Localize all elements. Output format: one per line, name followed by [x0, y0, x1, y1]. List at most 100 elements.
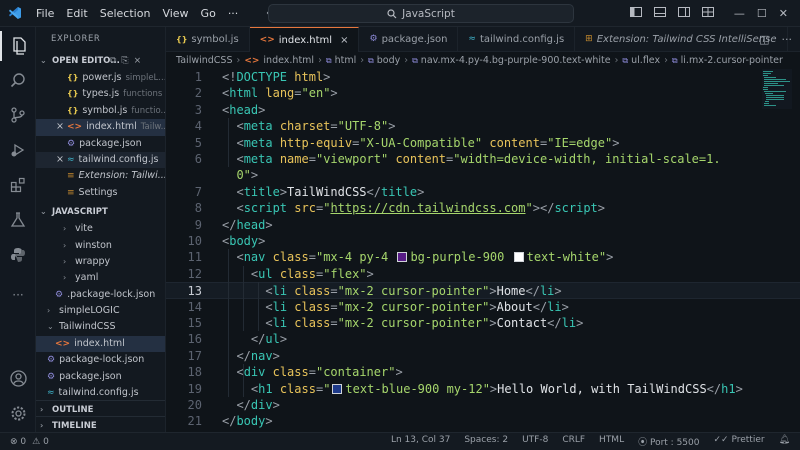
code-line[interactable]: 0">	[166, 167, 800, 183]
code-line[interactable]: 12 <ul class="flex">	[166, 266, 800, 282]
source-control-icon[interactable]	[0, 100, 36, 130]
code-line[interactable]: 17 </nav>	[166, 348, 800, 364]
indent-guide	[243, 364, 244, 397]
open-editor-item[interactable]: × ≈ tailwind.config.js	[36, 151, 165, 169]
end-of-line[interactable]: CRLF	[562, 435, 585, 448]
cursor-position[interactable]: Ln 13, Col 37	[391, 435, 450, 448]
file-item[interactable]: ⚙ package-lock.json	[36, 352, 165, 368]
open-editor-item[interactable]: ×<>index.htmlTailw...	[36, 119, 165, 136]
code-line[interactable]: 8 <script src="https://cdn.tailwindcss.c…	[166, 200, 800, 216]
menu-file[interactable]: File	[30, 0, 60, 27]
settings-gear-icon[interactable]	[0, 398, 36, 428]
breadcrumb-item[interactable]: TailwindCSS	[176, 55, 233, 66]
search-view-icon[interactable]	[0, 65, 36, 95]
code-editor[interactable]: 1 <!DOCTYPE html> 2 <html lang="en"> 3 <head>…	[166, 69, 800, 432]
code-line[interactable]: 18 <div class="container">	[166, 364, 800, 380]
folder-item[interactable]: › simpleLOGIC	[36, 303, 165, 319]
more-actions-icon[interactable]: ···	[782, 33, 793, 46]
editor-tab[interactable]: ≈ tailwind.config.js	[458, 27, 576, 52]
breadcrumb-item[interactable]: li.mx-2.cursor-pointer	[681, 55, 783, 66]
maximize-icon[interactable]: ☐	[757, 7, 767, 20]
breadcrumb-item[interactable]: nav.mx-4.py-4.bg-purple-900.text-white	[421, 55, 611, 66]
code-line[interactable]: 21 </body>	[166, 413, 800, 429]
menu-view[interactable]: View	[156, 0, 194, 27]
file-item[interactable]: ⚙ package.json	[36, 369, 165, 385]
more-views-icon[interactable]: ···	[0, 280, 36, 310]
code-line[interactable]: 2 <html lang="en">	[166, 85, 800, 101]
open-editors-section[interactable]: ⌄ OPEN EDITO... ⧉⎘⨯	[36, 52, 165, 70]
command-center-search[interactable]: JavaScript	[268, 4, 574, 23]
folder-item[interactable]: › winston	[36, 238, 165, 254]
code-line[interactable]: 13 <li class="mx-2 cursor-pointer">Home<…	[166, 282, 800, 299]
editor-tab[interactable]: {} symbol.js	[166, 27, 250, 52]
code-line[interactable]: 10 <body>	[166, 233, 800, 249]
file-item[interactable]: <> index.html	[36, 335, 165, 353]
menu-selection[interactable]: Selection	[94, 0, 157, 27]
explorer-icon[interactable]	[0, 31, 36, 61]
open-editor-item[interactable]: {} symbol.js functio...	[36, 103, 165, 119]
code-line[interactable]: 7 <title>TailWindCSS</title>	[166, 184, 800, 200]
editor-tab[interactable]: ⊞ Extension: Tailwind CSS IntelliSense	[575, 27, 788, 52]
element-symbol-icon: ⧉	[325, 55, 332, 65]
folder-item[interactable]: › wrappy	[36, 254, 165, 270]
code-line[interactable]: 4 <meta charset="UTF-8">	[166, 118, 800, 134]
breadcrumb-item[interactable]: index.html	[263, 55, 314, 66]
encoding[interactable]: UTF-8	[522, 435, 548, 448]
extensions-icon[interactable]	[0, 170, 36, 200]
timeline-section[interactable]: › TIMELINE	[36, 416, 165, 432]
open-editor-item[interactable]: {} types.js functions	[36, 86, 165, 102]
code-line[interactable]: 14 <li class="mx-2 cursor-pointer">About…	[166, 299, 800, 315]
open-editors-actions-icon[interactable]: ⧉⎘⨯	[110, 52, 146, 70]
menu-more[interactable]: ···	[222, 0, 245, 27]
layout-icon[interactable]	[701, 7, 714, 20]
breadcrumb-item[interactable]: ul.flex	[631, 55, 660, 66]
breadcrumb-item[interactable]: html	[335, 55, 357, 66]
close-window-icon[interactable]: ✕	[779, 7, 788, 20]
indentation[interactable]: Spaces: 2	[464, 435, 508, 448]
close-icon[interactable]: ×	[56, 154, 64, 165]
open-editor-item[interactable]: {} power.js simpleL...	[36, 70, 165, 86]
language-mode[interactable]: HTML	[599, 435, 624, 448]
prettier-status[interactable]: ✓✓ Prettier	[713, 435, 764, 448]
toggle-secondary-sidebar-icon[interactable]	[677, 7, 690, 20]
code-line[interactable]: 11 <nav class="mx-4 py-4 bg-purple-900 t…	[166, 249, 800, 265]
project-section[interactable]: ⌄ JAVASCRIPT	[36, 203, 165, 221]
folder-item[interactable]: › yaml	[36, 270, 165, 286]
file-item[interactable]: ⚙ .package-lock.json	[36, 287, 165, 303]
close-icon[interactable]: ×	[56, 121, 64, 132]
toggle-sidebar-icon[interactable]	[629, 7, 642, 20]
code-line[interactable]: 5 <meta http-equiv="X-UA-Compatible" con…	[166, 135, 800, 151]
code-line[interactable]: 20 </div>	[166, 397, 800, 413]
code-line[interactable]: 1 <!DOCTYPE html>	[166, 69, 800, 85]
editor-tab[interactable]: <> index.html ×	[249, 27, 360, 53]
menu-go[interactable]: Go	[195, 0, 222, 27]
open-editor-item[interactable]: ≡ Extension: Tailwi...	[36, 168, 165, 184]
code-line[interactable]: 3 <head>	[166, 102, 800, 118]
folder-item[interactable]: › vite	[36, 221, 165, 237]
close-icon[interactable]: ×	[340, 28, 348, 53]
folder-item[interactable]: ⌄ TailwindCSS	[36, 319, 165, 335]
toggle-panel-icon[interactable]	[653, 7, 666, 20]
live-server-port[interactable]: ⦿ Port : 5500	[638, 435, 699, 448]
split-editor-icon[interactable]: ◫	[759, 33, 769, 46]
testing-flask-icon[interactable]	[0, 205, 36, 235]
code-line[interactable]: 19 <h1 class=" text-blue-900 my-12">Hello…	[166, 381, 800, 397]
minimize-icon[interactable]: —	[734, 7, 745, 20]
open-editor-item[interactable]: ⚙ package.json	[36, 136, 165, 152]
account-icon[interactable]	[0, 363, 36, 393]
open-editor-name: types.js	[82, 88, 120, 100]
code-line[interactable]: 15 <li class="mx-2 cursor-pointer">Conta…	[166, 315, 800, 331]
warnings-status[interactable]: ⚠ 0	[32, 437, 49, 447]
notifications-bell-icon[interactable]: 🔔︎	[779, 435, 790, 448]
code-line[interactable]: 9 </head>	[166, 217, 800, 233]
errors-status[interactable]: ⊗ 0	[10, 437, 26, 447]
editor-tab[interactable]: ⚙ package.json	[359, 27, 459, 52]
run-debug-icon[interactable]	[0, 135, 36, 165]
breadcrumb-item[interactable]: body	[377, 55, 401, 66]
code-line[interactable]: 16 </ul>	[166, 331, 800, 347]
menu-edit[interactable]: Edit	[60, 0, 93, 27]
code-line[interactable]: 6 <meta name="viewport" content="width=d…	[166, 151, 800, 167]
open-editor-item[interactable]: ≡ Settings	[36, 185, 165, 201]
file-item[interactable]: ≈ tailwind.config.js	[36, 385, 165, 401]
python-icon[interactable]	[0, 240, 36, 270]
